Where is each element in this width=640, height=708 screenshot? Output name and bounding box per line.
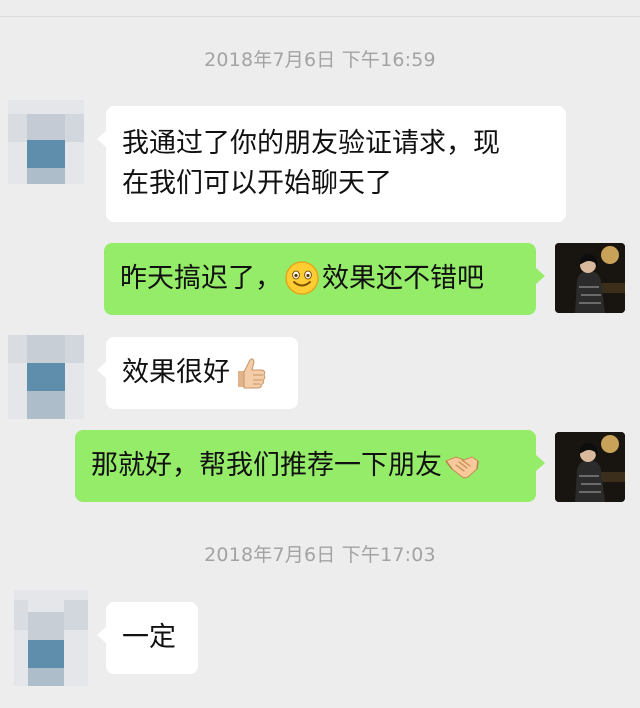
handshake-emoji-icon bbox=[445, 455, 479, 478]
message-text: 那就好，帮我们推荐一下朋友 bbox=[91, 450, 442, 481]
message-text: 我通过了你的朋友验证请求，现 bbox=[122, 128, 500, 159]
message-text: 在我们可以开始聊天了 bbox=[122, 168, 392, 199]
smile-emoji-icon bbox=[285, 260, 319, 295]
thumbs-up-emoji-icon bbox=[238, 357, 266, 388]
timestamp: 2018年7月6日 下午16:59 bbox=[204, 49, 436, 71]
message-bubble[interactable]: 一定 bbox=[97, 602, 198, 674]
message-text: 一定 bbox=[122, 622, 176, 653]
message-text: 昨天搞迟了， bbox=[120, 263, 282, 294]
contact-avatar[interactable] bbox=[14, 590, 88, 686]
message-text: 效果还不错吧 bbox=[322, 263, 484, 294]
timestamp: 2018年7月6日 下午17:03 bbox=[204, 544, 436, 566]
my-avatar[interactable] bbox=[555, 432, 625, 502]
message-text: 效果很好 bbox=[122, 357, 230, 388]
message-bubble[interactable]: 我通过了你的朋友验证请求，现 在我们可以开始聊天了 bbox=[97, 106, 566, 222]
profile-photo-icon bbox=[555, 243, 625, 313]
contact-avatar[interactable] bbox=[8, 100, 84, 184]
message-bubble[interactable]: 昨天搞迟了， 效果还不错吧 bbox=[104, 243, 545, 315]
my-avatar[interactable] bbox=[555, 243, 625, 313]
profile-photo-icon bbox=[555, 432, 625, 502]
message-bubble[interactable]: 那就好，帮我们推荐一下朋友 bbox=[75, 430, 545, 502]
top-divider bbox=[0, 16, 640, 17]
contact-avatar[interactable] bbox=[8, 335, 84, 419]
message-bubble[interactable]: 效果很好 bbox=[97, 337, 298, 409]
